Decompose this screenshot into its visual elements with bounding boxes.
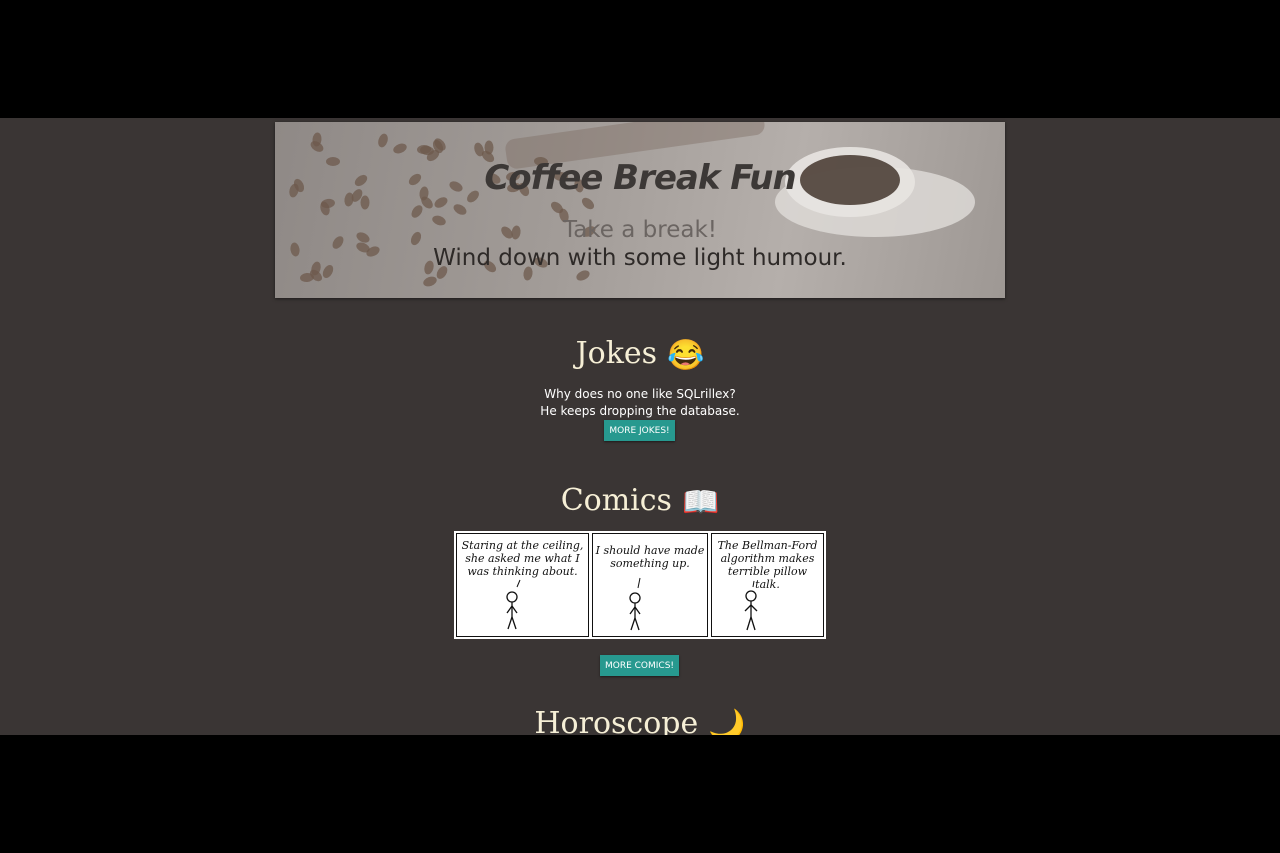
stick-figure-icon bbox=[744, 580, 758, 631]
hero-subtitle-line2: Wind down with some light humour. bbox=[433, 245, 847, 271]
book-emoji-icon: 📖 bbox=[681, 484, 720, 520]
stick-figure-icon bbox=[506, 579, 521, 630]
comic-panel-1: Staring at the ceiling, she asked me wha… bbox=[456, 533, 589, 637]
hero-title: Coffee Break Fun bbox=[484, 158, 796, 198]
hero-subtitle-line1: Take a break! bbox=[562, 217, 718, 243]
more-comics-button[interactable]: MORE COMICS! bbox=[600, 655, 679, 676]
comic-panel-2: I should have made something up. bbox=[592, 533, 708, 637]
jokes-heading: Jokes 😂 bbox=[0, 336, 1280, 373]
coffee-bean-icon bbox=[451, 202, 469, 218]
comics-heading-text: Comics bbox=[560, 483, 672, 518]
stick-figure-icon bbox=[629, 577, 641, 631]
crescent-moon-emoji-icon: 🌙 bbox=[708, 707, 746, 736]
more-jokes-button[interactable]: MORE JOKES! bbox=[604, 420, 675, 441]
comics-heading: Comics 📖 bbox=[0, 483, 1280, 520]
joke-punchline: He keeps dropping the database. bbox=[540, 404, 740, 418]
horoscope-heading: Horoscope 🌙 bbox=[0, 706, 1280, 735]
jokes-heading-text: Jokes bbox=[575, 336, 658, 371]
comic-strip: Staring at the ceiling, she asked me wha… bbox=[454, 531, 826, 639]
coffee-bean-icon bbox=[421, 274, 438, 289]
coffee-bean-icon bbox=[376, 132, 390, 149]
hero-banner: Coffee Break Fun Take a break! Wind down… bbox=[275, 122, 1005, 298]
comic-panel-3: The Bellman-Ford algorithm makes terribl… bbox=[711, 533, 824, 637]
coffee-bean-icon bbox=[308, 139, 326, 155]
coffee-bean-icon bbox=[360, 195, 370, 211]
joke-setup: Why does no one like SQLrillex? bbox=[544, 387, 736, 401]
horoscope-heading-text: Horoscope bbox=[534, 706, 699, 735]
laughing-emoji-icon: 😂 bbox=[667, 337, 705, 373]
coffee-bean-icon bbox=[391, 141, 408, 155]
page-viewport: Coffee Break Fun Take a break! Wind down… bbox=[0, 118, 1280, 735]
